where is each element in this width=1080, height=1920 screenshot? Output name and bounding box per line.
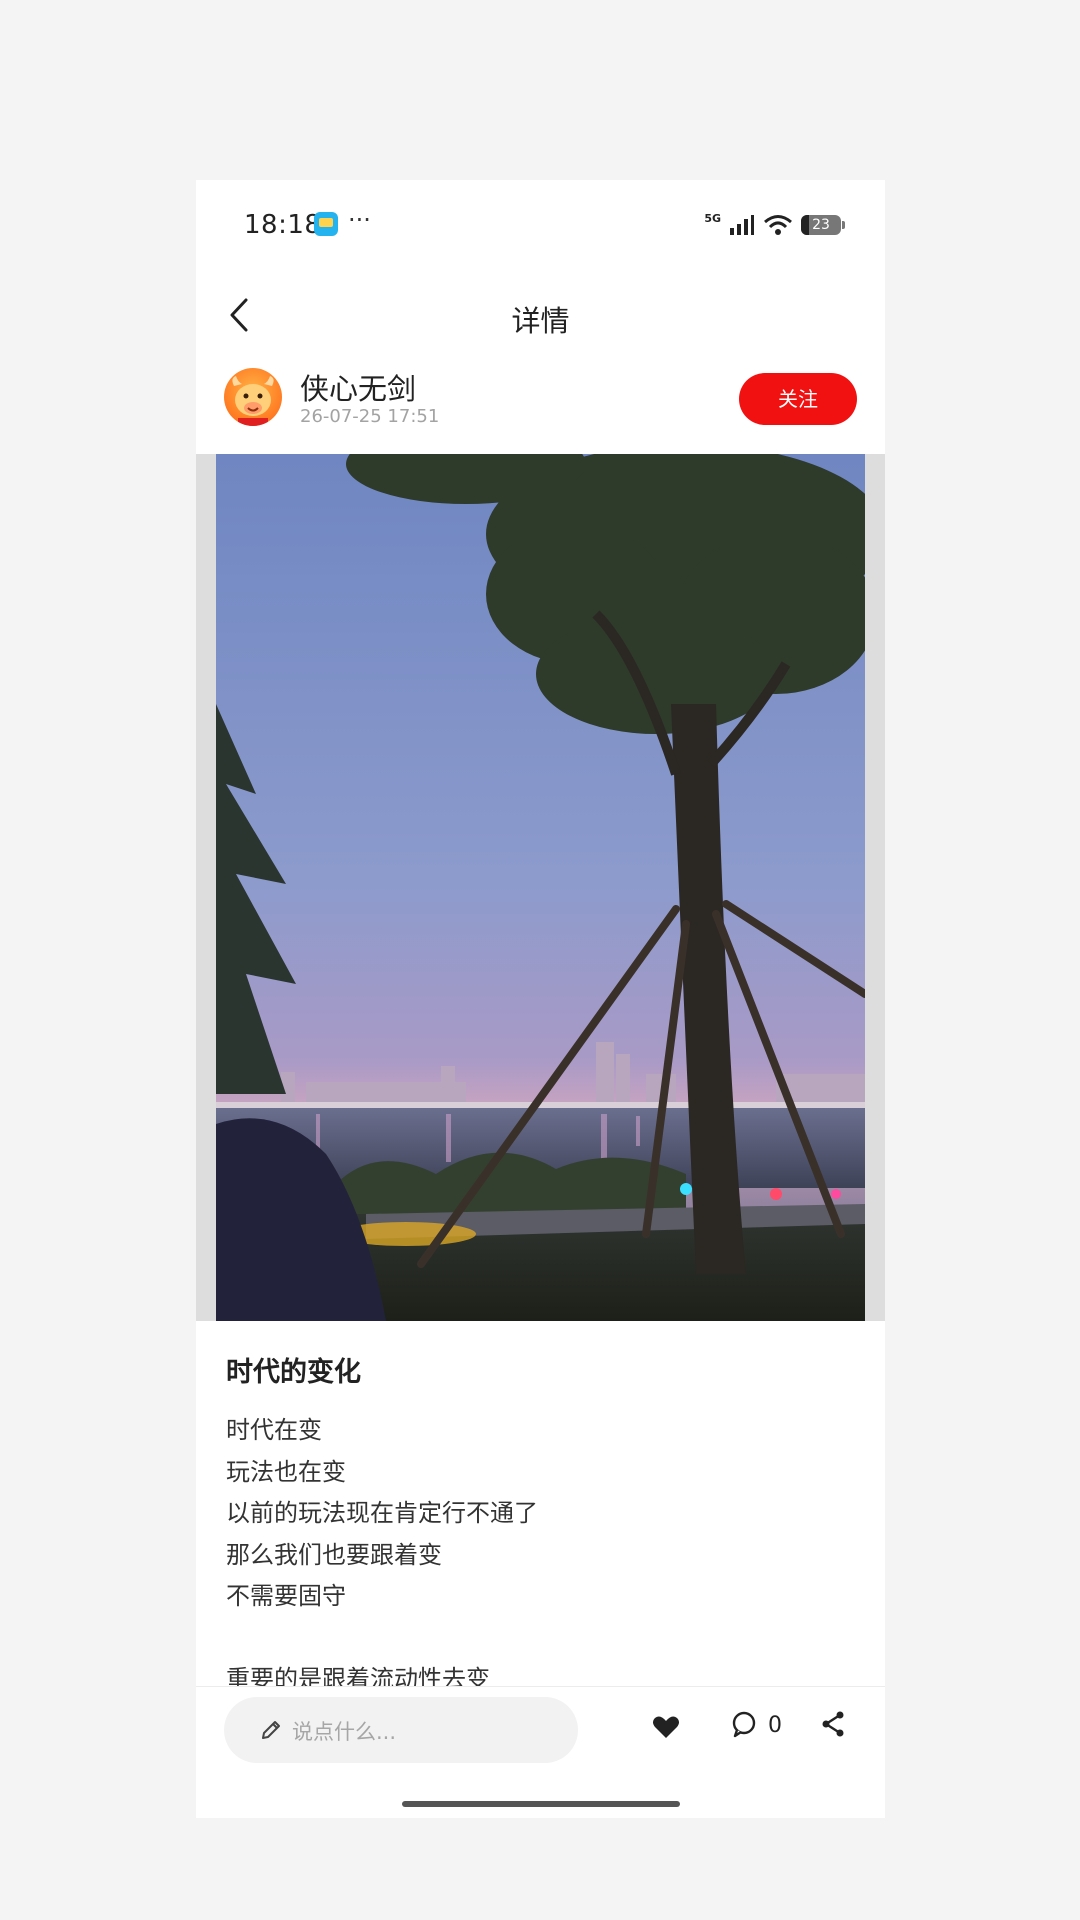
comment-input[interactable]: 说点什么... xyxy=(224,1697,578,1763)
post-timestamp: 26-07-25 17:51 xyxy=(300,406,440,427)
phone-screen: 18:18 ··· 5G 23 详情 侠心无剑 26-07-25 17:51 关… xyxy=(196,180,885,1818)
share-button[interactable] xyxy=(816,1707,850,1741)
post-line: 不需要固守 xyxy=(226,1582,346,1610)
share-icon xyxy=(822,1711,844,1737)
status-bar: 18:18 ··· 5G 23 xyxy=(196,180,885,270)
home-indicator[interactable] xyxy=(402,1801,680,1807)
more-notifications-icon: ··· xyxy=(348,206,371,234)
network-type-label: 5G xyxy=(704,211,721,225)
post-body: 时代在变 玩法也在变 以前的玩法现在肯定行不通了 那么我们也要跟着变 不需要固守… xyxy=(226,1410,846,1701)
signal-icon xyxy=(730,215,754,235)
post-line: 时代在变 xyxy=(226,1416,322,1444)
status-time: 18:18 xyxy=(244,210,322,240)
follow-button[interactable]: 关注 xyxy=(739,373,857,425)
pencil-icon xyxy=(262,1721,280,1739)
avatar[interactable] xyxy=(224,368,282,426)
author-name[interactable]: 侠心无剑 xyxy=(300,366,416,408)
comment-bubble-icon xyxy=(732,1711,756,1738)
post-line: 那么我们也要跟着变 xyxy=(226,1540,442,1569)
post-line: 玩法也在变 xyxy=(226,1457,346,1486)
post-title: 时代的变化 xyxy=(226,1357,361,1388)
comment-placeholder: 说点什么... xyxy=(292,1720,397,1744)
app-notification-icon xyxy=(314,212,338,236)
page-title: 详情 xyxy=(511,304,570,338)
comment-count: 0 xyxy=(768,1713,782,1738)
post-line-blank xyxy=(226,1618,846,1660)
nav-header: 详情 xyxy=(196,270,885,360)
comment-button[interactable]: 0 xyxy=(730,1709,800,1745)
heart-icon xyxy=(653,1716,679,1738)
bottom-action-bar: 说点什么... 0 xyxy=(196,1686,885,1818)
post-image-container xyxy=(196,454,885,1321)
battery-icon: 23 xyxy=(801,215,845,235)
post-line: 以前的玩法现在肯定行不通了 xyxy=(226,1499,538,1527)
battery-level: 23 xyxy=(812,217,830,233)
post-image[interactable] xyxy=(216,454,865,1321)
status-indicators: 5G 23 xyxy=(704,210,845,240)
wifi-icon xyxy=(764,215,792,235)
like-button[interactable] xyxy=(650,1711,682,1743)
ox-avatar-icon xyxy=(232,376,274,426)
